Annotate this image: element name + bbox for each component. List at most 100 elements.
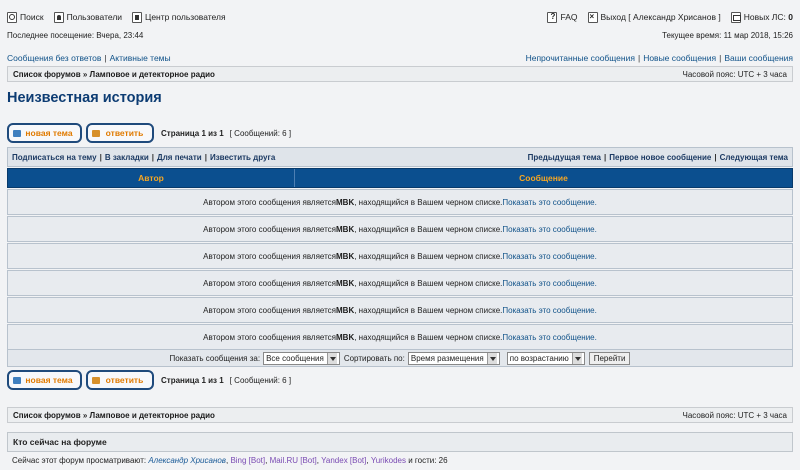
top-nav: Поиск Пользователи Центр пользователя FA… (7, 9, 793, 25)
sort-direction-select[interactable]: по возрастанию (506, 351, 585, 365)
prev-topic-link[interactable]: Предыдущая тема (528, 153, 601, 162)
who-online-heading: Кто сейчас на форуме (7, 432, 793, 452)
show-post-link[interactable]: Показать это сообщение. (502, 225, 596, 234)
who-online-prefix: Сейчас этот форум просматривают: (12, 455, 147, 465)
email-friend-link[interactable]: Известить друга (210, 153, 275, 162)
post-notice-prefix: Автором этого сообщения является (203, 224, 337, 234)
author-column-header: Автор (8, 169, 295, 187)
sort-key-value: Время размещения (410, 353, 484, 363)
user-panel-icon (132, 11, 143, 23)
nav-members-link[interactable]: Пользователи (53, 11, 123, 23)
breadcrumb-forum-link[interactable]: Ламповое и детекторное радио (90, 411, 215, 420)
print-link[interactable]: Для печати (157, 153, 202, 162)
show-posts-select[interactable]: Все сообщения (263, 351, 340, 365)
sort-direction-value: по возрастанию (509, 353, 569, 363)
subscribe-link[interactable]: Подписаться на тему (12, 153, 97, 162)
post-notice-prefix: Автором этого сообщения является (203, 305, 337, 315)
nav-faq-label: FAQ (560, 12, 578, 22)
bookmark-link[interactable]: В закладки (105, 153, 149, 162)
who-online-suffix: и гости: 26 (408, 455, 448, 465)
post-notice-prefix: Автором этого сообщения является (203, 332, 337, 342)
reply-button[interactable]: ответить (86, 123, 154, 143)
breadcrumb-separator: » (82, 69, 88, 79)
who-online-body: Сейчас этот форум просматривают: Алексан… (12, 455, 448, 465)
search-icon (7, 11, 17, 23)
post-author-link[interactable]: MBK (336, 333, 354, 342)
post-author-link[interactable]: MBK (336, 225, 354, 234)
post-row: Автором этого сообщения является MBK, на… (7, 216, 793, 242)
show-post-link[interactable]: Показать это сообщение. (502, 279, 596, 288)
private-messages-icon (730, 11, 741, 23)
show-post-link[interactable]: Показать это сообщение. (502, 333, 596, 342)
post-notice-prefix: Автором этого сообщения является (203, 197, 337, 207)
logout-icon (587, 11, 598, 23)
post-count: [ Сообщений: 6 ] (229, 375, 292, 385)
online-bot-link[interactable]: Bing [Bot] (230, 456, 265, 465)
current-time: Текущее время: 11 мар 2018, 15:26 (662, 31, 793, 40)
nav-logout-link[interactable]: Выход [ Александр Хрисанов ] (587, 11, 721, 23)
nav-ucp-link[interactable]: Центр пользователя (132, 11, 226, 23)
nav-faq-link[interactable]: FAQ (547, 11, 578, 23)
post-row: Автором этого сообщения является MBK, на… (7, 243, 793, 269)
active-topics-link[interactable]: Активные темы (110, 53, 171, 63)
unanswered-link[interactable]: Сообщения без ответов (7, 53, 101, 63)
online-user-link[interactable]: Yurikodes (371, 456, 406, 465)
nav-pm-link[interactable]: Новых ЛС: 0 (730, 11, 793, 23)
nav-pm-label: Новых ЛС: (743, 12, 786, 22)
post-notice-prefix: Автором этого сообщения является (203, 251, 337, 261)
breadcrumb-forum-link[interactable]: Ламповое и детекторное радио (90, 70, 215, 79)
post-row: Автором этого сообщения является MBK, на… (7, 270, 793, 296)
show-post-link[interactable]: Показать это сообщение. (502, 252, 596, 261)
post-notice-suffix: , находящийся в Вашем черном списке. (354, 305, 503, 315)
visit-info: Последнее посещение: Вчера, 23:44 Текуще… (7, 31, 793, 40)
faq-icon (547, 11, 558, 23)
show-post-link[interactable]: Показать это сообщение. (502, 198, 596, 207)
new-topic-button[interactable]: новая тема (7, 123, 82, 143)
page-count: Страница 1 из 1 (161, 128, 224, 138)
new-topic-button[interactable]: новая тема (7, 370, 82, 390)
post-author-link[interactable]: MBK (336, 306, 354, 315)
quick-links: Сообщения без ответов | Активные темы Непр… (7, 53, 793, 63)
post-author-link[interactable]: MBK (336, 198, 354, 207)
last-visit: Последнее посещение: Вчера, 23:44 (7, 31, 144, 40)
your-posts-link[interactable]: Ваши сообщения (724, 53, 793, 63)
post-author-link[interactable]: MBK (336, 252, 354, 261)
post-notice-suffix: , находящийся в Вашем черном списке. (354, 278, 503, 288)
next-topic-link[interactable]: Следующая тема (720, 153, 788, 162)
go-button[interactable]: Перейти (588, 351, 631, 365)
sort-bar: Показать сообщения за: Все сообщения Сор… (7, 349, 793, 367)
show-posts-label: Показать сообщения за: (169, 353, 261, 363)
online-bot-link[interactable]: Mail.RU [Bot] (270, 456, 317, 465)
reply-button[interactable]: ответить (86, 370, 154, 390)
first-new-link[interactable]: Первое новое сообщение (609, 153, 711, 162)
post-notice-prefix: Автором этого сообщения является (203, 278, 337, 288)
online-user-link[interactable]: Александр Хрисанов (148, 456, 226, 465)
post-row: Автором этого сообщения является MBK, на… (7, 324, 793, 350)
post-notice-suffix: , находящийся в Вашем черном списке. (354, 332, 503, 342)
timezone-text: Часовой пояс: UTC + 3 часа (682, 69, 787, 79)
nav-search-label: Поиск (20, 12, 44, 22)
posts-table-header: Автор Сообщение (7, 168, 793, 188)
post-buttons-bottom: новая тема ответить Страница 1 из 1 [ Соо… (7, 370, 793, 390)
breadcrumb-index-link[interactable]: Список форумов (13, 411, 81, 420)
sort-key-select[interactable]: Время размещения (407, 351, 500, 365)
unread-link[interactable]: Непрочитанные сообщения (526, 53, 635, 63)
nav-search-link[interactable]: Поиск (7, 11, 44, 23)
pagination-info: Страница 1 из 1 [ Сообщений: 6 ] (161, 376, 291, 385)
chevron-down-icon (326, 352, 337, 364)
message-column-header: Сообщение (519, 173, 568, 183)
breadcrumb-index-link[interactable]: Список форумов (13, 70, 81, 79)
members-icon (53, 11, 64, 23)
sort-by-label: Сортировать по: (343, 353, 405, 363)
nav-pm-count: 0 (788, 12, 793, 22)
timezone-text: Часовой пояс: UTC + 3 часа (682, 410, 787, 420)
top-nav-left: Поиск Пользователи Центр пользователя (7, 11, 236, 23)
show-post-link[interactable]: Показать это сообщение. (502, 306, 596, 315)
nav-members-label: Пользователи (66, 12, 123, 22)
chevron-down-icon (486, 352, 497, 364)
breadcrumb-separator: » (82, 410, 88, 420)
online-bot-link[interactable]: Yandex [Bot] (321, 456, 366, 465)
nav-ucp-label: Центр пользователя (145, 12, 226, 22)
new-posts-link[interactable]: Новые сообщения (643, 53, 716, 63)
post-author-link[interactable]: MBK (336, 279, 354, 288)
